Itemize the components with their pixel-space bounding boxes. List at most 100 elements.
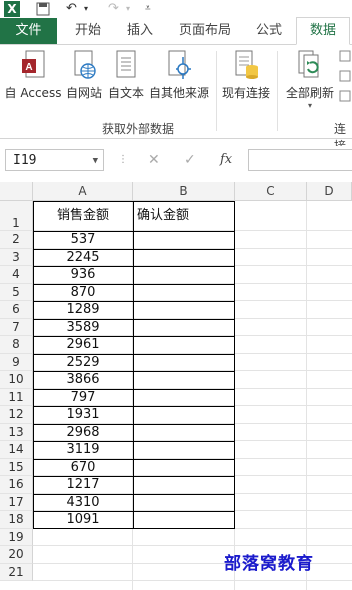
existing-connections-icon bbox=[235, 50, 258, 79]
tab-file[interactable]: 文件 bbox=[0, 18, 57, 44]
column-header-a[interactable]: A bbox=[33, 182, 133, 201]
table-border bbox=[33, 318, 235, 320]
table-border bbox=[133, 201, 134, 529]
row-header[interactable]: 13 bbox=[0, 423, 33, 441]
row-header[interactable]: 3 bbox=[0, 248, 33, 266]
cell-b-confirmed-value[interactable] bbox=[133, 336, 235, 354]
refresh-dropdown-icon[interactable]: ▾ bbox=[282, 101, 338, 110]
cell-a-sales-value[interactable]: 2245 bbox=[33, 249, 133, 267]
undo-dropdown-icon[interactable]: ▾ bbox=[84, 0, 88, 18]
table-border bbox=[33, 248, 235, 250]
row-header[interactable]: 14 bbox=[0, 441, 33, 459]
existing-connections-button[interactable]: 现有连接 bbox=[220, 45, 272, 115]
row-header[interactable]: 2 bbox=[0, 231, 33, 249]
cell-a-sales-value[interactable]: 1289 bbox=[33, 301, 133, 319]
connections-small-icons[interactable] bbox=[338, 49, 352, 113]
cell-a-sales-value[interactable]: 2961 bbox=[33, 336, 133, 354]
cell-a-sales-value[interactable]: 870 bbox=[33, 284, 133, 302]
cell-b-confirmed-value[interactable] bbox=[133, 424, 235, 442]
row-header[interactable]: 16 bbox=[0, 476, 33, 494]
row-header[interactable]: 20 bbox=[0, 546, 33, 564]
row-header[interactable]: 7 bbox=[0, 318, 33, 336]
cell-b-confirmed-value[interactable] bbox=[133, 249, 235, 267]
web-icon bbox=[74, 50, 96, 79]
name-box-dropdown-icon[interactable]: ▼ bbox=[93, 150, 98, 172]
enter-icon[interactable]: ✓ bbox=[184, 149, 196, 171]
row-header[interactable]: 17 bbox=[0, 493, 33, 511]
row-header[interactable]: 1 bbox=[0, 201, 33, 231]
cell-b-confirmed-value[interactable] bbox=[133, 266, 235, 284]
undo-icon[interactable]: ↶ bbox=[66, 0, 77, 18]
gridline bbox=[33, 545, 352, 546]
cell-a-sales-value[interactable]: 2968 bbox=[33, 424, 133, 442]
cell-b-confirmed-value[interactable] bbox=[133, 319, 235, 337]
cell-b-confirmed-value[interactable] bbox=[133, 459, 235, 477]
row-header[interactable]: 18 bbox=[0, 511, 33, 529]
from-web-button[interactable]: 自网站 bbox=[64, 45, 104, 115]
column-header-d[interactable]: D bbox=[307, 182, 352, 201]
tab-page-layout[interactable]: 页面布局 bbox=[170, 18, 240, 44]
table-border bbox=[33, 353, 235, 355]
column-header-c[interactable]: C bbox=[235, 182, 307, 201]
row-header[interactable]: 11 bbox=[0, 388, 33, 406]
redo-dropdown-icon[interactable]: ▾ bbox=[126, 0, 130, 18]
cell-b-confirmed-value[interactable] bbox=[133, 494, 235, 512]
formula-input[interactable] bbox=[248, 149, 352, 171]
row-header[interactable]: 10 bbox=[0, 371, 33, 389]
excel-logo-icon: X bbox=[4, 1, 20, 17]
cell-a-sales-value[interactable]: 3589 bbox=[33, 319, 133, 337]
insert-function-button[interactable]: fx bbox=[220, 149, 232, 171]
row-header[interactable]: 8 bbox=[0, 336, 33, 354]
cell-a-sales-value[interactable]: 1217 bbox=[33, 476, 133, 494]
customize-toolbar-icon[interactable]: ⩡ bbox=[145, 0, 151, 18]
cell-b-confirmed-value[interactable] bbox=[133, 231, 235, 249]
cell-b-confirmed-value[interactable] bbox=[133, 476, 235, 494]
cell-a1-header-sales-amount[interactable]: 销售金额 bbox=[33, 201, 133, 231]
cancel-icon[interactable]: ✕ bbox=[148, 149, 160, 171]
cell-a-sales-value[interactable]: 1931 bbox=[33, 406, 133, 424]
row-header[interactable]: 5 bbox=[0, 283, 33, 301]
cell-a-sales-value[interactable]: 537 bbox=[33, 231, 133, 249]
row-header[interactable]: 12 bbox=[0, 406, 33, 424]
table-border bbox=[33, 493, 235, 495]
name-box[interactable]: I19 ▼ bbox=[5, 149, 104, 171]
row-header[interactable]: 15 bbox=[0, 458, 33, 476]
tab-data[interactable]: 数据 bbox=[296, 17, 350, 45]
cell-a-sales-value[interactable]: 3866 bbox=[33, 371, 133, 389]
cell-a-sales-value[interactable]: 4310 bbox=[33, 494, 133, 512]
cell-b-confirmed-value[interactable] bbox=[133, 371, 235, 389]
redo-icon[interactable]: ↷ bbox=[108, 0, 119, 18]
cell-b1-header-confirmed-amount[interactable]: 确认金额 bbox=[137, 201, 233, 231]
cell-a-sales-value[interactable]: 936 bbox=[33, 266, 133, 284]
cell-a-sales-value[interactable]: 2529 bbox=[33, 354, 133, 372]
cell-b-confirmed-value[interactable] bbox=[133, 301, 235, 319]
cell-a-sales-value[interactable]: 3119 bbox=[33, 441, 133, 459]
tab-home[interactable]: 开始 bbox=[64, 18, 112, 44]
cell-b-confirmed-value[interactable] bbox=[133, 406, 235, 424]
connections-icon bbox=[339, 50, 351, 102]
tab-insert[interactable]: 插入 bbox=[117, 18, 163, 44]
cell-b-confirmed-value[interactable] bbox=[133, 511, 235, 529]
cell-a-sales-value[interactable]: 797 bbox=[33, 389, 133, 407]
text-file-icon bbox=[116, 50, 136, 78]
cell-b-confirmed-value[interactable] bbox=[133, 389, 235, 407]
column-header-b[interactable]: B bbox=[133, 182, 235, 201]
access-icon: A bbox=[22, 50, 45, 78]
from-other-sources-button[interactable]: 自其他来源 bbox=[148, 45, 210, 115]
cell-b-confirmed-value[interactable] bbox=[133, 284, 235, 302]
select-all-corner[interactable] bbox=[0, 182, 33, 201]
cell-b-confirmed-value[interactable] bbox=[133, 354, 235, 372]
row-header[interactable]: 6 bbox=[0, 301, 33, 319]
row-header[interactable]: 9 bbox=[0, 353, 33, 371]
from-text-button[interactable]: 自文本 bbox=[106, 45, 146, 115]
cell-a-sales-value[interactable]: 1091 bbox=[33, 511, 133, 529]
name-box-value: I19 bbox=[13, 153, 37, 168]
refresh-all-button[interactable]: 全部刷新 ▾ bbox=[282, 45, 338, 115]
from-access-button[interactable]: A 自 Access bbox=[4, 45, 62, 115]
row-header[interactable]: 19 bbox=[0, 528, 33, 546]
cell-a-sales-value[interactable]: 670 bbox=[33, 459, 133, 477]
cell-b-confirmed-value[interactable] bbox=[133, 441, 235, 459]
row-header[interactable]: 21 bbox=[0, 563, 33, 581]
row-header[interactable]: 4 bbox=[0, 266, 33, 284]
tab-formulas[interactable]: 公式 bbox=[246, 18, 292, 44]
